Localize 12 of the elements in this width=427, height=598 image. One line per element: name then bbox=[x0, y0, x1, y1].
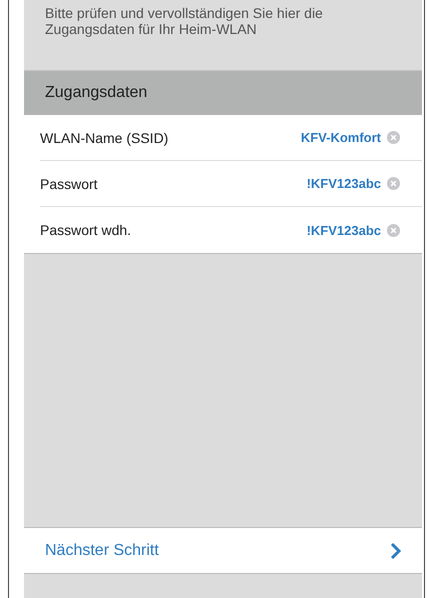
input-field[interactable]: !KFV123abc bbox=[241, 176, 381, 191]
clear-icon[interactable] bbox=[387, 131, 400, 144]
field-label: WLAN-Name (SSID) bbox=[40, 130, 170, 146]
section-header: Zugangsdaten bbox=[24, 71, 422, 115]
chevron-right-icon bbox=[390, 542, 402, 560]
clear-icon[interactable] bbox=[387, 177, 400, 190]
clear-icon[interactable] bbox=[387, 224, 400, 236]
input-field[interactable]: !KFV123abc bbox=[241, 222, 381, 238]
next-step-button[interactable]: Nächster Schritt bbox=[24, 528, 422, 574]
input-field[interactable]: KFV-Komfort bbox=[241, 130, 381, 145]
field-label: Passwort bbox=[40, 176, 99, 192]
field-label: Passwort wdh. bbox=[40, 222, 132, 238]
